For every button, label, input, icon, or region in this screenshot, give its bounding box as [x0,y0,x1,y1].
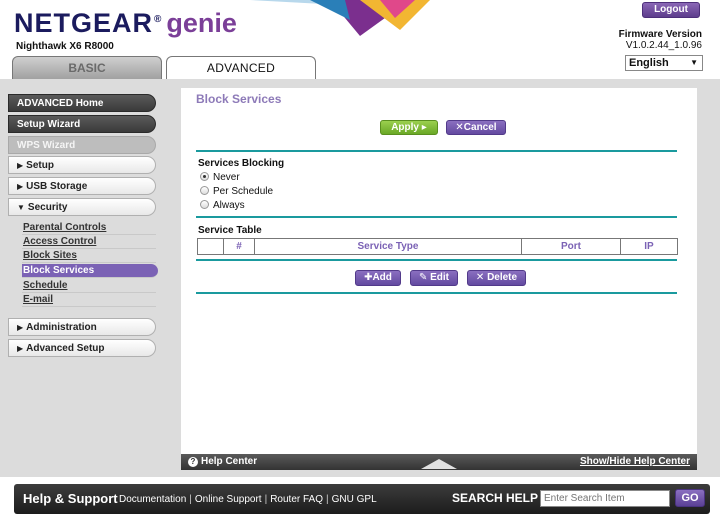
sidebar-item-wps-wizard[interactable]: WPS Wizard [8,136,156,154]
triangle-right-icon: ▶ [17,344,24,353]
triangle-down-icon: ▼ [17,203,25,212]
search-input[interactable] [540,490,670,507]
footer-link-documentation[interactable]: Documentation [119,494,186,505]
column-select [197,238,224,255]
firmware-label: Firmware Version [618,29,702,40]
logout-button[interactable]: Logout [642,2,700,18]
brand-suffix: genie [166,8,237,38]
triangle-right-icon: ▶ [17,182,24,191]
main-content: Block Services Apply ▸ ✕Cancel Services … [181,88,697,454]
tab-advanced[interactable]: ADVANCED [166,56,316,80]
radio-unchecked-icon [200,200,209,209]
radio-always[interactable]: Always [200,200,245,212]
brand-text: NETGEAR [14,8,154,38]
footer: Help & Support Documentation | Online Supp… [14,484,710,514]
services-blocking-label: Services Blocking [198,158,285,169]
sidebar-section-label: Advanced Setup [26,343,105,354]
sidebar-item-block-services[interactable]: Block Services [22,264,158,278]
sidebar-section-administration[interactable]: ▶ Administration [8,318,156,336]
apply-button[interactable]: Apply ▸ [380,120,438,135]
divider [196,292,677,294]
delete-button[interactable]: ✕ Delete [467,270,526,286]
service-table-label: Service Table [198,225,262,236]
expand-triangle-icon[interactable] [421,459,457,469]
radio-checked-icon [200,172,209,181]
radio-never[interactable]: Never [200,172,240,184]
sidebar-item-email[interactable]: E-mail [22,293,156,307]
page-title: Block Services [196,92,282,106]
footer-link-gnu-gpl[interactable]: GNU GPL [332,494,377,505]
sidebar-section-security[interactable]: ▼ Security [8,198,156,216]
search-help-label: SEARCH HELP [452,491,539,505]
sidebar-section-label: USB Storage [26,181,88,192]
divider [196,150,677,152]
chevron-down-icon: ▼ [690,58,698,67]
language-select[interactable]: English ▼ [625,55,703,71]
firmware-version: V1.0.2.44_1.0.96 [625,40,702,51]
column-number: # [223,238,255,255]
divider [196,259,677,261]
language-selected: English [629,57,669,69]
column-ip: IP [620,238,678,255]
triangle-right-icon: ▶ [17,323,24,332]
sidebar-section-usb-storage[interactable]: ▶ USB Storage [8,177,156,195]
separator: | [189,494,192,505]
footer-link-router-faq[interactable]: Router FAQ [270,494,323,505]
sidebar-section-setup[interactable]: ▶ Setup [8,156,156,174]
radio-unchecked-icon [200,186,209,195]
separator: | [326,494,329,505]
footer-links: Documentation | Online Support | Router FAQ |… [119,494,377,505]
radio-per-schedule[interactable]: Per Schedule [200,186,273,198]
sidebar-item-access-control[interactable]: Access Control [22,235,156,249]
radio-label: Always [213,200,245,211]
separator: | [264,494,268,505]
sidebar-section-label: Setup [26,160,54,171]
column-port: Port [521,238,621,255]
footer-link-online-support[interactable]: Online Support [195,494,262,505]
tab-basic[interactable]: BASIC [12,56,162,80]
sidebar-item-advanced-home[interactable]: ADVANCED Home [8,94,156,112]
service-table: # Service Type Port IP [197,238,678,255]
sidebar-item-schedule[interactable]: Schedule [22,279,156,293]
triangle-right-icon: ▶ [17,161,24,170]
sidebar-section-label: Administration [26,322,97,333]
go-button[interactable]: GO [675,489,705,507]
registered-mark: ® [154,14,163,25]
help-center-label: Help Center [201,456,258,467]
sidebar-item-block-sites[interactable]: Block Sites [22,249,156,263]
header: NETGEAR® genie Nighthawk X6 R8000 Logout … [0,0,720,80]
cancel-button[interactable]: ✕Cancel [446,120,506,135]
radio-label: Per Schedule [213,186,274,197]
help-icon: ? [188,457,198,467]
header-decoration-graphic [250,0,430,36]
divider [196,216,677,218]
show-hide-help-link[interactable]: Show/Hide Help Center [580,456,690,468]
help-support-title: Help & Support [23,491,118,506]
add-button[interactable]: ✚Add [355,270,401,286]
router-model: Nighthawk X6 R8000 [16,41,114,52]
column-service-type: Service Type [254,238,522,255]
help-center-link[interactable]: ? Help Center [188,456,257,468]
radio-label: Never [213,172,240,183]
sidebar-item-parental-controls[interactable]: Parental Controls [22,221,156,235]
table-header-row: # Service Type Port IP [197,238,678,255]
sidebar-item-setup-wizard[interactable]: Setup Wizard [8,115,156,133]
sidebar-section-label: Security [27,202,68,213]
netgear-genie-logo: NETGEAR® genie [14,8,237,39]
help-center-bar: ? Help Center Show/Hide Help Center [181,454,697,470]
sidebar-section-advanced-setup[interactable]: ▶ Advanced Setup [8,339,156,357]
edit-button[interactable]: ✎ Edit [410,270,458,286]
